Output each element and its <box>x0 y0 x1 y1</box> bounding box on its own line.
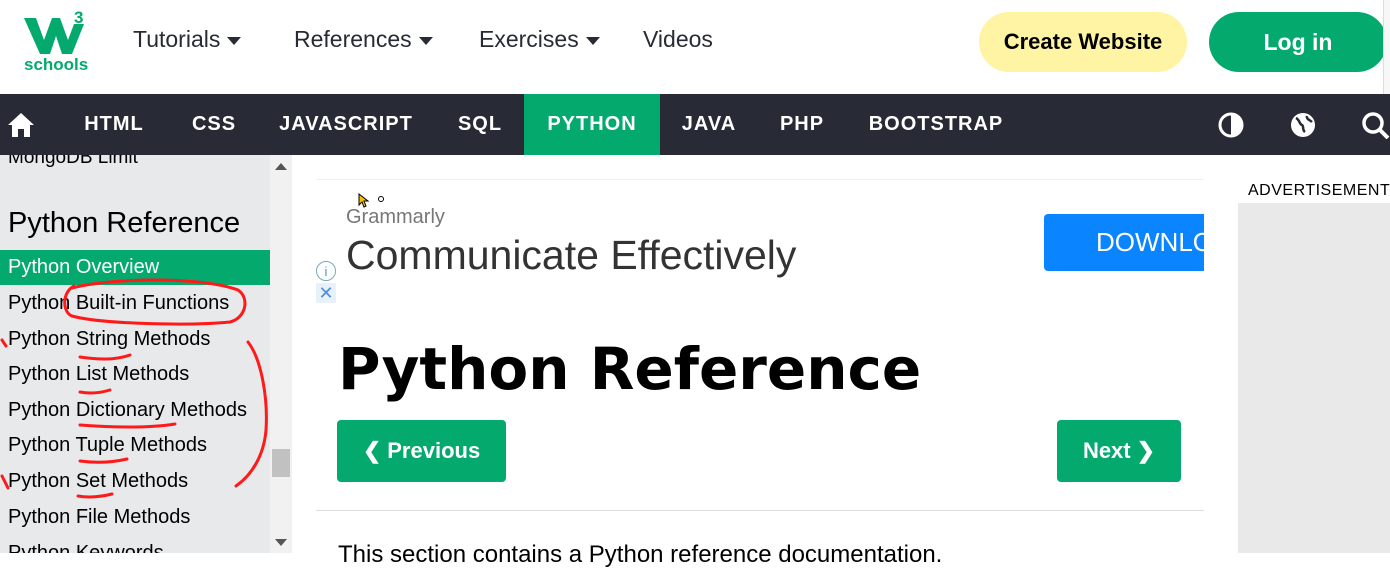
previous-button[interactable]: ❮ Previous <box>337 420 506 482</box>
page-title: Python Reference <box>338 335 922 403</box>
navbar-css[interactable]: CSS <box>175 94 253 155</box>
create-website-button[interactable]: Create Website <box>979 12 1187 72</box>
navbar-javascript[interactable]: JAVASCRIPT <box>260 94 432 155</box>
scroll-thumb[interactable] <box>272 449 290 477</box>
nav-videos-label: Videos <box>643 26 713 52</box>
intro-text: This section contains a Python reference… <box>338 541 943 568</box>
navbar-html[interactable]: HTML <box>60 94 168 155</box>
w3schools-logo[interactable]: 3 schools <box>20 8 92 76</box>
topic-navbar: HTML CSS JAVASCRIPT SQL PYTHON JAVA PHP … <box>0 94 1390 155</box>
search-button[interactable] <box>1360 94 1390 155</box>
chevron-right-icon: ❯ <box>1136 438 1156 463</box>
ad-download-button[interactable]: DOWNLO <box>1044 214 1204 271</box>
caret-down-icon <box>585 36 600 45</box>
sidebar-item-set-methods[interactable]: Python Set Methods <box>0 464 270 499</box>
logo-superscript: 3 <box>74 8 84 27</box>
sidebar-scrollbar[interactable] <box>270 155 292 553</box>
sidebar-item-list-methods[interactable]: Python List Methods <box>0 357 270 392</box>
login-button[interactable]: Log in <box>1209 12 1387 72</box>
navbar-sql[interactable]: SQL <box>438 94 522 155</box>
chevron-left-icon: ❮ <box>362 438 382 463</box>
navbar-bootstrap[interactable]: BOOTSTRAP <box>850 94 1022 155</box>
caret-down-icon <box>227 36 242 45</box>
ad-close-icon[interactable]: ✕ <box>316 283 336 303</box>
nav-exercises-label: Exercises <box>479 26 579 52</box>
sidebar-item-overview[interactable]: Python Overview <box>0 250 270 285</box>
navbar-php[interactable]: PHP <box>760 94 844 155</box>
right-ad-column <box>1238 155 1390 553</box>
ad-info-icon[interactable]: i <box>316 261 336 281</box>
search-icon <box>1362 111 1390 139</box>
language-button[interactable] <box>1290 94 1316 155</box>
navbar-java[interactable]: JAVA <box>663 94 755 155</box>
globe-icon <box>1291 112 1315 137</box>
advertisement-banner[interactable]: Grammarly Communicate Effectively DOWNLO <box>316 179 1204 309</box>
advertisement-label: ADVERTISEMENT <box>1238 155 1390 203</box>
caret-down-icon <box>418 36 433 45</box>
top-header: 3 schools Tutorials References Exercises… <box>0 0 1390 280</box>
content-divider <box>316 510 1204 511</box>
sidebar-item-file-methods[interactable]: Python File Methods <box>0 500 270 535</box>
home-button[interactable] <box>6 94 36 155</box>
nav-tutorials-label: Tutorials <box>133 26 221 52</box>
sidebar: MongoDB Limit Python Reference Python Ov… <box>0 155 270 553</box>
next-label: Next <box>1082 438 1131 463</box>
ad-brand: Grammarly <box>346 206 445 228</box>
contrast-button[interactable] <box>1218 94 1244 155</box>
nav-tutorials[interactable]: Tutorials <box>133 26 242 53</box>
sidebar-item-mongodb-limit[interactable]: MongoDB Limit <box>8 155 138 169</box>
sidebar-heading: Python Reference <box>8 207 241 239</box>
scroll-down-icon[interactable] <box>275 539 287 546</box>
ad-controls: i ✕ <box>316 261 338 303</box>
nav-exercises[interactable]: Exercises <box>479 26 600 53</box>
previous-label: Previous <box>387 438 481 463</box>
contrast-icon <box>1218 112 1244 137</box>
navbar-python[interactable]: PYTHON <box>524 94 660 155</box>
nav-references[interactable]: References <box>294 26 433 53</box>
sidebar-item-dictionary-methods[interactable]: Python Dictionary Methods <box>0 393 270 428</box>
logo-text: schools <box>24 55 89 74</box>
nav-videos[interactable]: Videos <box>643 26 713 53</box>
nav-references-label: References <box>294 26 412 52</box>
sidebar-item-tuple-methods[interactable]: Python Tuple Methods <box>0 428 270 463</box>
sidebar-item-builtin-functions[interactable]: Python Built-in Functions <box>0 286 270 321</box>
scroll-up-icon[interactable] <box>275 163 287 170</box>
mouse-cursor-icon <box>358 193 384 208</box>
sidebar-item-string-methods[interactable]: Python String Methods <box>0 322 270 357</box>
main-content: Grammarly Communicate Effectively DOWNLO… <box>292 155 1238 568</box>
next-button[interactable]: Next ❯ <box>1057 420 1181 482</box>
home-icon <box>8 112 34 137</box>
sidebar-item-keywords[interactable]: Python Keywords <box>0 536 270 553</box>
ad-headline: Communicate Effectively <box>346 232 797 278</box>
